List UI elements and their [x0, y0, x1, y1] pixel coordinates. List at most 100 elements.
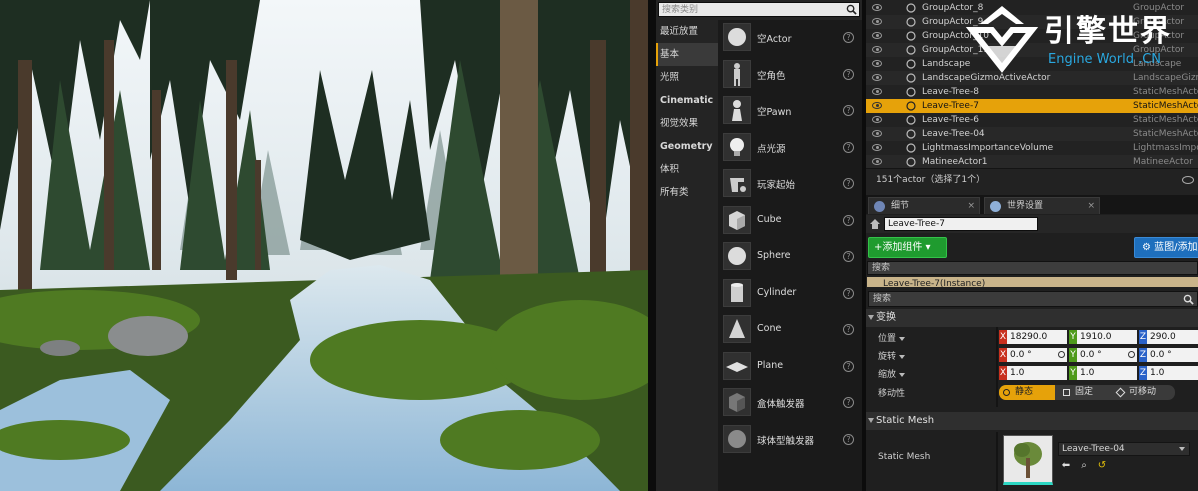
property-search-input[interactable]: 搜索: [868, 291, 1198, 307]
visibility-eye-icon[interactable]: [872, 88, 882, 95]
category-item[interactable]: 光照: [656, 66, 718, 89]
visibility-eye-icon[interactable]: [872, 32, 882, 39]
visibility-eye-icon[interactable]: [872, 74, 882, 81]
actor-item[interactable]: Plane?: [718, 349, 862, 386]
actor-item[interactable]: Sphere?: [718, 239, 862, 276]
transform-section-header[interactable]: 变换: [866, 309, 1198, 327]
reset-icon[interactable]: ↺: [1096, 460, 1108, 472]
visibility-eye-icon[interactable]: [872, 130, 882, 137]
close-icon[interactable]: ×: [1087, 198, 1095, 215]
help-icon[interactable]: ?: [843, 287, 854, 299]
scale-z-field[interactable]: Z 1.0: [1139, 366, 1198, 380]
static-mesh-dropdown[interactable]: Leave-Tree-04: [1058, 442, 1190, 456]
close-icon[interactable]: ×: [967, 198, 975, 215]
rotation-x-field[interactable]: X 0.0 °: [999, 348, 1067, 362]
help-icon[interactable]: ?: [843, 32, 854, 43]
outliner-row[interactable]: Leave-Tree-6 StaticMeshActor: [866, 113, 1198, 127]
location-value[interactable]: 18290.0: [1007, 330, 1067, 344]
component-search-input[interactable]: 搜索: [867, 261, 1198, 275]
category-item[interactable]: 视觉效果: [656, 112, 718, 135]
actor-item[interactable]: 点光源?: [718, 130, 862, 167]
help-icon[interactable]: ?: [843, 68, 854, 80]
scale-y-field[interactable]: Y 1.0: [1069, 366, 1137, 380]
visibility-eye-icon[interactable]: [872, 60, 882, 67]
outliner-row[interactable]: Leave-Tree-8 StaticMeshActor: [866, 85, 1198, 99]
mobility-movable-button[interactable]: 可移动: [1113, 385, 1175, 400]
outliner-row[interactable]: Leave-Tree-7 StaticMeshActor: [866, 99, 1198, 113]
viewport-splitter[interactable]: [648, 0, 656, 491]
static-mesh-section-header[interactable]: Static Mesh: [866, 412, 1198, 430]
actor-item[interactable]: 球体型触发器?: [718, 422, 862, 459]
location-x-field[interactable]: X 18290.0: [999, 330, 1067, 344]
property-column-splitter[interactable]: [996, 432, 998, 491]
location-value[interactable]: 1910.0: [1077, 330, 1137, 344]
actor-item[interactable]: 盒体触发器?: [718, 385, 862, 422]
component-instance-row[interactable]: Leave-Tree-7(Instance): [867, 277, 1198, 287]
actor-name-field[interactable]: [884, 217, 1038, 231]
visibility-eye-icon[interactable]: [872, 158, 882, 165]
visibility-eye-icon[interactable]: [872, 18, 882, 25]
category-item[interactable]: Geometry: [656, 135, 718, 158]
help-icon[interactable]: ?: [843, 433, 854, 445]
view-options-icon[interactable]: [1182, 176, 1194, 184]
actor-item[interactable]: Cylinder?: [718, 276, 862, 313]
scale-value[interactable]: 1.0: [1077, 366, 1137, 380]
search-icon[interactable]: [846, 4, 857, 15]
rotate-spinner-icon[interactable]: [1128, 351, 1135, 358]
outliner-row[interactable]: LightmassImportanceVolume LightmassImpo: [866, 141, 1198, 155]
visibility-eye-icon[interactable]: [872, 4, 882, 11]
static-mesh-thumbnail[interactable]: [1003, 435, 1053, 485]
help-icon[interactable]: ?: [843, 251, 854, 262]
level-viewport[interactable]: [0, 0, 648, 491]
tab-world-settings[interactable]: 世界设置 ×: [984, 197, 1100, 214]
mobility-stationary-button[interactable]: 固定: [1059, 385, 1111, 400]
visibility-eye-icon[interactable]: [872, 116, 882, 123]
actor-item[interactable]: Cube?: [718, 203, 862, 240]
rotation-value[interactable]: 0.0 °: [1147, 348, 1198, 362]
visibility-eye-icon[interactable]: [872, 46, 882, 53]
mobility-static-button[interactable]: 静态: [999, 385, 1055, 400]
place-search-box[interactable]: [658, 2, 860, 17]
location-label[interactable]: 位置: [878, 331, 906, 344]
help-icon[interactable]: ?: [843, 105, 854, 116]
add-component-button[interactable]: +添加组件 ▾: [868, 237, 947, 258]
rotation-z-field[interactable]: Z 0.0 °: [1139, 348, 1198, 362]
category-item[interactable]: 所有类: [656, 181, 718, 204]
actor-item[interactable]: 空Pawn?: [718, 93, 862, 130]
outliner-row[interactable]: MatineeActor1 MatineeActor: [866, 155, 1198, 169]
scale-value[interactable]: 1.0: [1007, 366, 1067, 380]
scale-x-field[interactable]: X 1.0: [999, 366, 1067, 380]
use-selected-arrow-icon[interactable]: ⬅: [1060, 460, 1072, 472]
category-item[interactable]: 体积: [656, 158, 718, 181]
category-item[interactable]: Cinematic: [656, 89, 718, 112]
scale-value[interactable]: 1.0: [1147, 366, 1198, 380]
blueprint-button[interactable]: ⚙ 蓝图/添加脚本: [1134, 237, 1198, 258]
help-icon[interactable]: ?: [843, 178, 854, 189]
tab-details[interactable]: 细节 ×: [868, 197, 980, 214]
actor-item[interactable]: 空Actor?: [718, 20, 862, 57]
actor-item[interactable]: 空角色?: [718, 57, 862, 94]
rotate-spinner-icon[interactable]: [1058, 351, 1065, 358]
actor-item[interactable]: Cone?: [718, 312, 862, 349]
category-item[interactable]: 最近放置: [656, 20, 718, 43]
help-icon[interactable]: ?: [843, 324, 854, 335]
help-icon[interactable]: ?: [843, 214, 854, 226]
location-y-field[interactable]: Y 1910.0: [1069, 330, 1137, 344]
actor-item[interactable]: 玩家起始?: [718, 166, 862, 203]
rotation-label[interactable]: 旋转: [878, 349, 906, 362]
engine-world-logo: 引擎世界 Engine World .CN: [958, 0, 1198, 73]
help-icon[interactable]: ?: [843, 141, 854, 153]
outliner-row[interactable]: Leave-Tree-04 StaticMeshActor: [866, 127, 1198, 141]
place-search-input[interactable]: [659, 3, 845, 16]
location-value[interactable]: 290.0: [1147, 330, 1198, 344]
browse-search-icon[interactable]: ⌕: [1078, 460, 1090, 472]
help-icon[interactable]: ?: [843, 397, 854, 408]
search-icon[interactable]: [1183, 294, 1194, 305]
location-z-field[interactable]: Z 290.0: [1139, 330, 1198, 344]
scale-label[interactable]: 缩放: [878, 367, 906, 380]
visibility-eye-icon[interactable]: [872, 102, 882, 109]
rotation-y-field[interactable]: Y 0.0 °: [1069, 348, 1137, 362]
help-icon[interactable]: ?: [843, 360, 854, 372]
category-item[interactable]: 基本: [656, 43, 718, 66]
visibility-eye-icon[interactable]: [872, 144, 882, 151]
